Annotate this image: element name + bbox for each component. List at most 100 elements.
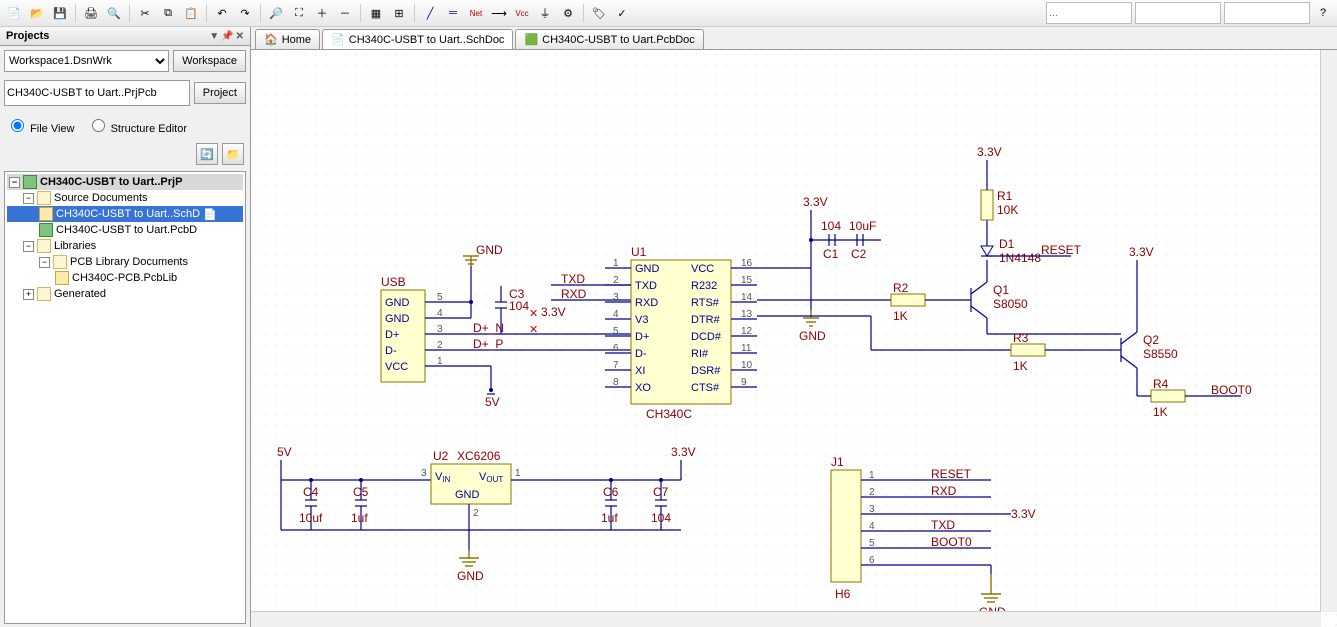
- svg-text:D+: D+: [635, 331, 649, 343]
- tb-search1[interactable]: [1046, 2, 1132, 24]
- svg-text:1uf: 1uf: [351, 511, 368, 525]
- tree-generated[interactable]: +Generated: [7, 286, 243, 302]
- file-view-radio[interactable]: File View: [6, 116, 75, 135]
- tree-sch-doc[interactable]: CH340C-USBT to Uart..SchD 📄: [7, 206, 243, 222]
- svg-text:U1: U1: [631, 245, 647, 259]
- tb-search2[interactable]: [1135, 2, 1221, 24]
- tree-pcb-doc[interactable]: CH340C-USBT to Uart.PcbD: [7, 222, 243, 238]
- svg-text:4: 4: [613, 309, 619, 320]
- svg-text:C2: C2: [851, 247, 867, 261]
- tb-new-icon[interactable]: 📄: [4, 3, 24, 23]
- workspace-select[interactable]: Workspace1.DsnWrk: [4, 50, 169, 72]
- tb-zoomout-icon[interactable]: －: [335, 3, 355, 23]
- panel-pin-icon[interactable]: 📌: [221, 31, 233, 42]
- svg-text:D-: D-: [385, 345, 397, 357]
- tb-open-icon[interactable]: 📂: [27, 3, 47, 23]
- svg-text:104: 104: [821, 219, 841, 233]
- tab-pcb[interactable]: 🟩 CH340C-USBT to Uart.PcbDoc: [515, 29, 703, 49]
- tb-place-port-icon[interactable]: ⟶: [489, 3, 509, 23]
- folder-icon[interactable]: 📁: [222, 143, 244, 165]
- vertical-scrollbar[interactable]: [1320, 50, 1337, 612]
- svg-text:1K: 1K: [1153, 405, 1168, 419]
- tb-paste-icon[interactable]: 📋: [181, 3, 201, 23]
- d1: D11N4148: [981, 237, 1041, 265]
- svg-text:12: 12: [741, 326, 753, 337]
- svg-text:1K: 1K: [1013, 359, 1028, 373]
- svg-text:C7: C7: [653, 485, 669, 499]
- tb-zoomfit-icon[interactable]: ⛶: [289, 3, 309, 23]
- refresh-icon[interactable]: 🔄: [196, 143, 218, 165]
- svg-text:1: 1: [515, 468, 521, 479]
- structure-editor-radio[interactable]: Structure Editor: [87, 116, 187, 135]
- panel-dropdown-icon[interactable]: ▼: [209, 31, 219, 42]
- svg-text:D+_N: D+_N: [473, 321, 504, 335]
- q1: Q1S8050: [971, 282, 1028, 318]
- tb-place-net-icon[interactable]: Net: [466, 3, 486, 23]
- tb-zoom-icon[interactable]: 🔎: [266, 3, 286, 23]
- svg-text:C4: C4: [303, 485, 319, 499]
- svg-text:1: 1: [613, 258, 619, 269]
- svg-text:RTS#: RTS#: [691, 297, 720, 309]
- workspace-button[interactable]: Workspace: [173, 50, 246, 72]
- svg-text:3.3V: 3.3V: [803, 195, 828, 209]
- svg-text:U2: U2: [433, 449, 449, 463]
- svg-text:✕: ✕: [529, 324, 538, 336]
- tb-place-gnd-icon[interactable]: ⏚: [535, 3, 555, 23]
- tb-undo-icon[interactable]: ↶: [212, 3, 232, 23]
- tb-place-power-icon[interactable]: Vcc: [512, 3, 532, 23]
- tab-home[interactable]: 🏠 Home: [255, 29, 320, 49]
- svg-text:R1: R1: [997, 189, 1013, 203]
- tb-place-part-icon[interactable]: ⚙: [558, 3, 578, 23]
- tb-cut-icon[interactable]: ✂: [135, 3, 155, 23]
- schematic-canvas[interactable]: USB GND GND D+ D- VCC 5 4 3 2 1 GND D+_N: [251, 50, 1337, 627]
- horizontal-scrollbar[interactable]: [251, 611, 1321, 627]
- tree-pcblib[interactable]: CH340C-PCB.PcbLib: [7, 270, 243, 286]
- tb-erc-icon[interactable]: ✓: [612, 3, 632, 23]
- svg-text:4: 4: [437, 308, 443, 319]
- tb-grid-icon[interactable]: ▦: [366, 3, 386, 23]
- svg-text:GND: GND: [635, 263, 660, 275]
- svg-text:RESET: RESET: [1041, 243, 1082, 257]
- tree-source-docs[interactable]: −Source Documents: [7, 190, 243, 206]
- svg-text:VCC: VCC: [385, 361, 408, 373]
- svg-text:Q2: Q2: [1143, 333, 1159, 347]
- tb-place-bus-icon[interactable]: ═: [443, 3, 463, 23]
- tree-pcblib-folder[interactable]: −PCB Library Documents: [7, 254, 243, 270]
- svg-text:5: 5: [613, 326, 619, 337]
- svg-text:11: 11: [741, 343, 752, 354]
- svg-text:13: 13: [741, 309, 753, 320]
- tree-project-root[interactable]: −CH340C-USBT to Uart..PrjP: [7, 174, 243, 190]
- svg-text:7: 7: [613, 360, 619, 371]
- panel-close-icon[interactable]: ✕: [236, 31, 244, 42]
- svg-text:DTR#: DTR#: [691, 314, 721, 326]
- tb-redo-icon[interactable]: ↷: [235, 3, 255, 23]
- svg-text:GND: GND: [799, 329, 826, 343]
- svg-text:5: 5: [869, 538, 875, 549]
- svg-text:S8050: S8050: [993, 297, 1028, 311]
- project-button[interactable]: Project: [194, 82, 246, 104]
- svg-text:3: 3: [869, 504, 875, 515]
- tb-place-wire-icon[interactable]: ╱: [420, 3, 440, 23]
- tb-align-icon[interactable]: ⊞: [389, 3, 409, 23]
- tb-annotate-icon[interactable]: 🏷: [589, 3, 609, 23]
- tab-sch[interactable]: 📄 CH340C-USBT to Uart..SchDoc: [322, 29, 513, 49]
- svg-text:C1: C1: [823, 247, 839, 261]
- tb-preview-icon[interactable]: 🔍: [104, 3, 124, 23]
- svg-text:104: 104: [509, 299, 529, 313]
- svg-text:BOOT0: BOOT0: [1211, 383, 1252, 397]
- svg-text:GND: GND: [457, 569, 484, 583]
- tb-search3[interactable]: [1224, 2, 1310, 24]
- svg-text:10uf: 10uf: [299, 511, 323, 525]
- svg-text:RESET: RESET: [931, 467, 972, 481]
- tb-save-icon[interactable]: 💾: [50, 3, 70, 23]
- svg-text:6: 6: [869, 555, 875, 566]
- svg-text:R2: R2: [893, 281, 909, 295]
- tb-zoomin-icon[interactable]: ＋: [312, 3, 332, 23]
- svg-text:RXD: RXD: [931, 484, 957, 498]
- tb-print-icon[interactable]: 🖨: [81, 3, 101, 23]
- project-name-field[interactable]: [4, 80, 190, 106]
- svg-text:VCC: VCC: [691, 263, 714, 275]
- tree-libraries[interactable]: −Libraries: [7, 238, 243, 254]
- tb-copy-icon[interactable]: ⧉: [158, 3, 178, 23]
- tb-help-icon[interactable]: ?: [1313, 3, 1333, 23]
